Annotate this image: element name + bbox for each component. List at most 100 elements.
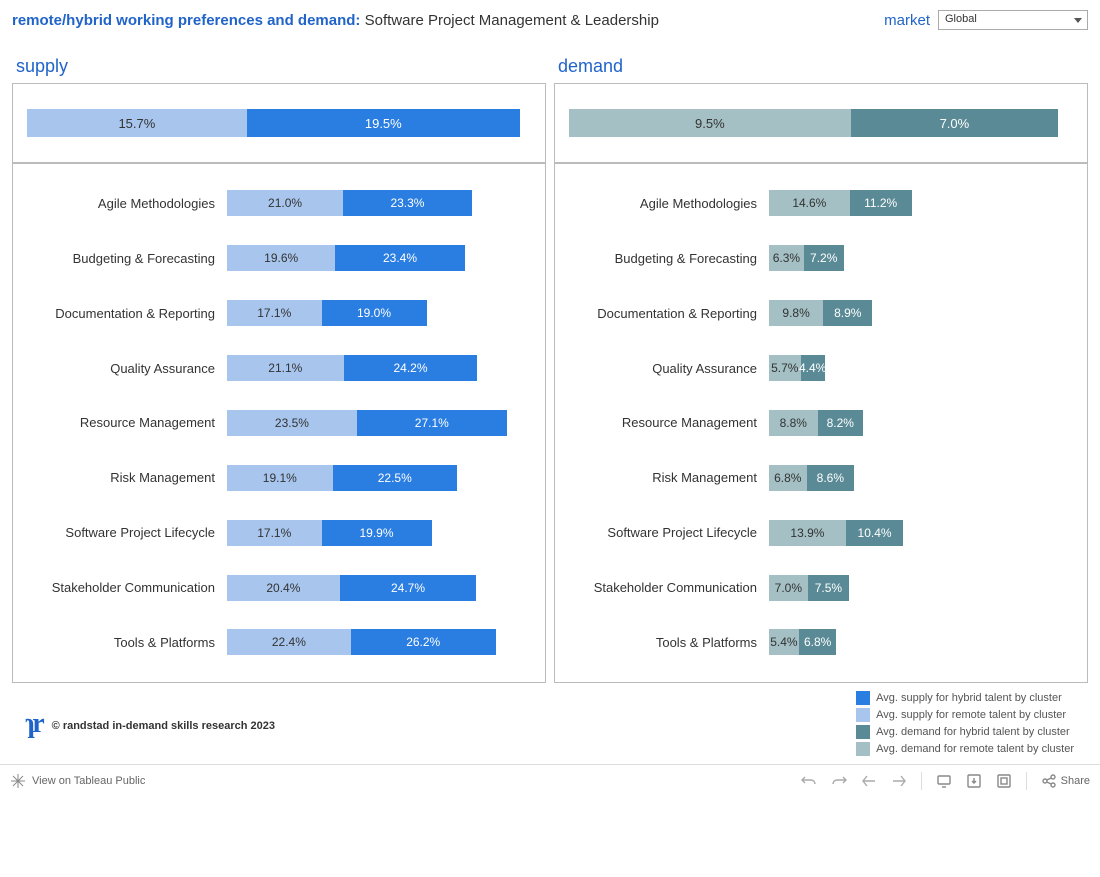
row-label: Agile Methodologies (559, 196, 769, 211)
row-remote-segment[interactable]: 21.1% (227, 355, 344, 381)
row-remote-segment[interactable]: 7.0% (769, 575, 808, 601)
row-bar[interactable]: 22.4%26.2% (227, 629, 531, 655)
row-hybrid-segment[interactable]: 24.7% (340, 575, 477, 601)
row-label: Budgeting & Forecasting (559, 251, 769, 266)
row-label: Stakeholder Communication (17, 580, 227, 595)
legend-label: Avg. demand for hybrid talent by cluster (876, 726, 1070, 738)
row-hybrid-segment[interactable]: 23.4% (335, 245, 464, 271)
row-remote-segment[interactable]: 14.6% (769, 190, 850, 216)
row-hybrid-segment[interactable]: 11.2% (850, 190, 912, 216)
row-hybrid-segment[interactable]: 27.1% (357, 410, 507, 436)
row-remote-segment[interactable]: 13.9% (769, 520, 846, 546)
row-bar[interactable]: 14.6%11.2% (769, 190, 1073, 216)
undo-icon[interactable] (801, 773, 817, 789)
view-on-tableau-label: View on Tableau Public (32, 775, 145, 787)
row-label: Tools & Platforms (17, 635, 227, 650)
table-row: Documentation & Reporting17.1%19.0% (17, 290, 531, 336)
table-row: Resource Management23.5%27.1% (17, 400, 531, 446)
row-hybrid-segment[interactable]: 22.5% (333, 465, 457, 491)
row-hybrid-segment[interactable]: 8.9% (823, 300, 872, 326)
row-remote-segment[interactable]: 8.8% (769, 410, 818, 436)
row-bar[interactable]: 23.5%27.1% (227, 410, 531, 436)
row-label: Risk Management (559, 470, 769, 485)
device-preview-icon[interactable] (936, 773, 952, 789)
replay-back-icon[interactable] (861, 773, 877, 789)
row-bar[interactable]: 17.1%19.0% (227, 300, 531, 326)
row-bar[interactable]: 13.9%10.4% (769, 520, 1073, 546)
row-bar[interactable]: 17.1%19.9% (227, 520, 531, 546)
row-remote-segment[interactable]: 5.4% (769, 629, 799, 655)
row-remote-segment[interactable]: 5.7% (769, 355, 801, 381)
row-bar[interactable]: 5.4%6.8% (769, 629, 1073, 655)
row-bar[interactable]: 19.6%23.4% (227, 245, 531, 271)
demand-summary-box: 9.5%7.0% (554, 83, 1088, 163)
row-label: Documentation & Reporting (17, 306, 227, 321)
row-remote-segment[interactable]: 6.8% (769, 465, 807, 491)
row-bar[interactable]: 5.7%4.4% (769, 355, 1073, 381)
row-remote-segment[interactable]: 17.1% (227, 300, 322, 326)
row-bar[interactable]: 6.3%7.2% (769, 245, 1073, 271)
row-hybrid-segment[interactable]: 6.8% (799, 629, 837, 655)
row-hybrid-segment[interactable]: 24.2% (344, 355, 478, 381)
row-remote-segment[interactable]: 20.4% (227, 575, 340, 601)
row-hybrid-segment[interactable]: 7.5% (808, 575, 849, 601)
title-suffix: Software Project Management & Leadership (365, 12, 659, 29)
row-bar[interactable]: 9.8%8.9% (769, 300, 1073, 326)
row-bar[interactable]: 7.0%7.5% (769, 575, 1073, 601)
table-row: Stakeholder Communication7.0%7.5% (559, 565, 1073, 611)
header: remote/hybrid working preferences and de… (12, 10, 1088, 30)
download-icon[interactable] (966, 773, 982, 789)
summary-remote-segment[interactable]: 15.7% (27, 109, 247, 137)
share-button[interactable]: Share (1041, 773, 1090, 789)
row-hybrid-segment[interactable]: 19.9% (322, 520, 432, 546)
row-remote-segment[interactable]: 19.1% (227, 465, 333, 491)
row-remote-segment[interactable]: 21.0% (227, 190, 343, 216)
legend-item[interactable]: Avg. demand for hybrid talent by cluster (856, 725, 1074, 739)
panel-demand: demand 9.5%7.0% Agile Methodologies14.6%… (554, 56, 1088, 683)
page-title: remote/hybrid working preferences and de… (12, 12, 659, 29)
summary-hybrid-segment[interactable]: 19.5% (247, 109, 520, 137)
row-hybrid-segment[interactable]: 26.2% (351, 629, 496, 655)
redo-icon[interactable] (831, 773, 847, 789)
legend-item[interactable]: Avg. demand for remote talent by cluster (856, 742, 1074, 756)
copyright: © randstad in-demand skills research 202… (52, 720, 275, 732)
replay-forward-icon[interactable] (891, 773, 907, 789)
row-bar[interactable]: 20.4%24.7% (227, 575, 531, 601)
row-label: Quality Assurance (17, 361, 227, 376)
legend-item[interactable]: Avg. supply for remote talent by cluster (856, 708, 1074, 722)
market-select[interactable]: Global (938, 10, 1088, 30)
row-bar[interactable]: 21.0%23.3% (227, 190, 531, 216)
row-remote-segment[interactable]: 23.5% (227, 410, 357, 436)
row-hybrid-segment[interactable]: 8.6% (807, 465, 855, 491)
row-hybrid-segment[interactable]: 4.4% (801, 355, 825, 381)
panel-demand-title: demand (554, 56, 1088, 77)
fullscreen-icon[interactable] (996, 773, 1012, 789)
summary-remote-segment[interactable]: 9.5% (569, 109, 851, 137)
row-hybrid-segment[interactable]: 19.0% (322, 300, 427, 326)
row-bar[interactable]: 6.8%8.6% (769, 465, 1073, 491)
summary-hybrid-segment[interactable]: 7.0% (851, 109, 1059, 137)
legend-swatch (856, 742, 870, 756)
supply-summary-bar[interactable]: 15.7%19.5% (27, 109, 531, 137)
view-on-tableau-button[interactable]: View on Tableau Public (10, 773, 145, 789)
row-label: Resource Management (559, 415, 769, 430)
row-hybrid-segment[interactable]: 23.3% (343, 190, 472, 216)
demand-summary-bar[interactable]: 9.5%7.0% (569, 109, 1073, 137)
legend-label: Avg. supply for hybrid talent by cluster (876, 692, 1062, 704)
row-remote-segment[interactable]: 6.3% (769, 245, 804, 271)
market-filter: market Global (884, 10, 1088, 30)
row-bar[interactable]: 21.1%24.2% (227, 355, 531, 381)
row-remote-segment[interactable]: 17.1% (227, 520, 322, 546)
row-hybrid-segment[interactable]: 10.4% (846, 520, 903, 546)
row-label: Resource Management (17, 415, 227, 430)
table-row: Software Project Lifecycle17.1%19.9% (17, 510, 531, 556)
row-bar[interactable]: 8.8%8.2% (769, 410, 1073, 436)
row-hybrid-segment[interactable]: 7.2% (804, 245, 844, 271)
row-hybrid-segment[interactable]: 8.2% (818, 410, 863, 436)
row-remote-segment[interactable]: 19.6% (227, 245, 335, 271)
legend-item[interactable]: Avg. supply for hybrid talent by cluster (856, 691, 1074, 705)
row-remote-segment[interactable]: 22.4% (227, 629, 351, 655)
row-remote-segment[interactable]: 9.8% (769, 300, 823, 326)
table-row: Quality Assurance21.1%24.2% (17, 345, 531, 391)
row-bar[interactable]: 19.1%22.5% (227, 465, 531, 491)
